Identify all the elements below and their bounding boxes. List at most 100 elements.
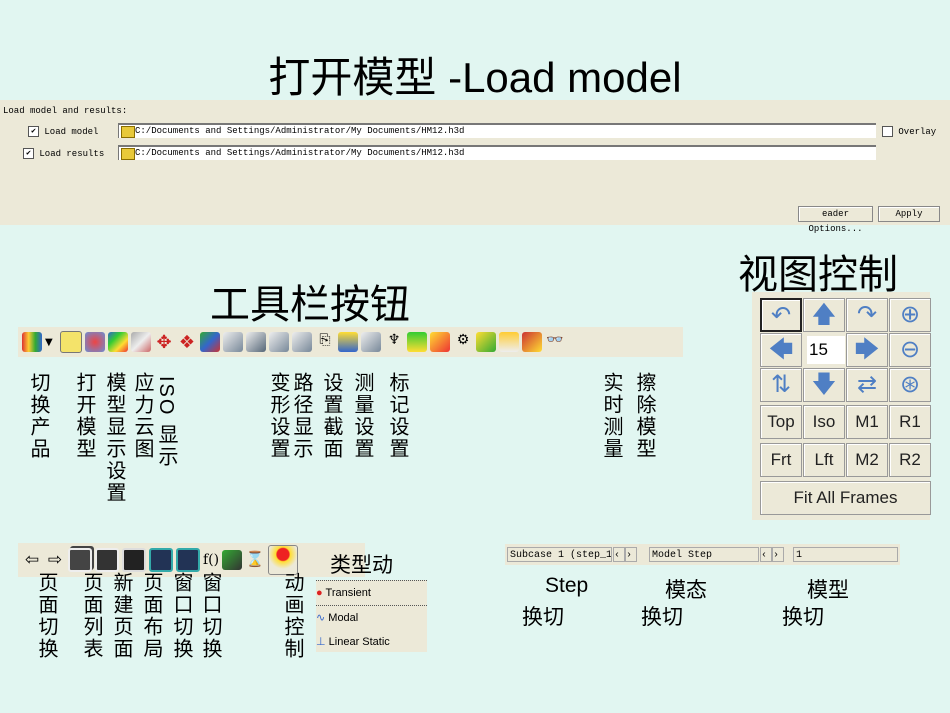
load-model-checkbox[interactable]: ✔ Load model (28, 126, 98, 137)
fit-icon[interactable]: ⊛ (889, 368, 931, 402)
subcase-select[interactable]: Subcase 1 (step_1 (507, 547, 612, 562)
function-icon[interactable]: f() (203, 552, 219, 568)
menu-item-label: Linear Static (328, 636, 390, 648)
check-icon: ✔ (23, 148, 34, 159)
step-bar: Subcase 1 (step_1 ‹ › Model Step ‹ › 1 (505, 544, 900, 565)
view-top-button[interactable]: Top (760, 405, 802, 439)
info-icon[interactable] (499, 332, 519, 352)
rotate-right-icon[interactable]: ↷ (846, 298, 888, 332)
model-step-select[interactable]: Model Step (649, 547, 759, 562)
label-section: 设置截面 (320, 372, 344, 460)
menu-item-transient[interactable]: ● Transient (316, 580, 427, 606)
page-layout-icon[interactable] (122, 548, 146, 572)
view-m1-button[interactable]: M1 (846, 405, 888, 439)
traffic-light-icon: ● (316, 587, 323, 599)
wave-icon: ∿ (316, 612, 326, 624)
next-step-button[interactable]: › (772, 547, 784, 562)
menu-item-label: Transient (325, 587, 371, 599)
load-results-label: Load results (39, 148, 105, 159)
label-open-model: 打开模型 (73, 372, 97, 460)
step-label: Step (545, 574, 589, 597)
load-model-label: Load model (44, 126, 99, 137)
window-switch-2-icon[interactable] (176, 548, 200, 572)
add-folder-icon[interactable] (476, 332, 496, 352)
label-page-layout: 页面布局 (140, 572, 164, 660)
glasses-icon[interactable]: 👓 (545, 332, 565, 352)
folder-icon[interactable] (121, 126, 135, 138)
next-subcase-button[interactable]: › (625, 547, 637, 562)
deform-icon[interactable]: ✥ (154, 332, 174, 353)
reader-options-button[interactable]: eader Options... (798, 206, 873, 234)
plot-icon[interactable] (222, 550, 243, 570)
iso-icon[interactable] (131, 332, 151, 352)
next-page-icon[interactable]: ⇨ (45, 550, 65, 570)
angle-input[interactable]: 15 (807, 336, 845, 364)
label-animation-control: 动画控制 (281, 572, 305, 660)
flip-horizontal-icon[interactable]: ⇄ (846, 368, 888, 402)
eraser-icon[interactable] (522, 332, 542, 352)
apply-button[interactable]: Apply (878, 206, 940, 222)
view-left-button[interactable]: Lft (803, 443, 845, 477)
label-path: 路径显示 (290, 372, 314, 460)
zoom-out-icon[interactable]: ⊖ (889, 333, 931, 367)
prev-step-button[interactable]: ‹ (760, 547, 772, 562)
label-erase: 擦除模型 (633, 372, 657, 460)
animation-type-icon[interactable] (268, 545, 299, 575)
previous-page-icon[interactable]: ⇦ (22, 550, 42, 570)
page-list-icon[interactable] (68, 548, 92, 572)
contour-icon[interactable] (108, 332, 128, 352)
support-icon: ⊥ (316, 636, 326, 648)
label-switch-product: 切换产品 (27, 372, 51, 460)
view-front-button[interactable]: Frt (760, 443, 802, 477)
query-icon[interactable] (430, 332, 450, 352)
shapes-icon[interactable] (407, 332, 427, 352)
window-switch-icon[interactable] (149, 548, 173, 572)
palette-icon[interactable] (85, 332, 105, 352)
flip-vertical-icon[interactable]: ⇅ (760, 368, 802, 402)
modal-switch-label: 换切 (641, 605, 683, 629)
checkbox-box (882, 126, 893, 137)
tracking-icon[interactable] (338, 332, 358, 352)
load-results-checkbox[interactable]: ✔ Load results (23, 148, 104, 159)
vector-icon[interactable]: ❖ (177, 332, 197, 353)
open-folder-icon[interactable] (60, 331, 82, 353)
overlay-checkbox[interactable]: Overlay (882, 126, 936, 137)
menu-item-modal[interactable]: ∿ Modal (316, 606, 427, 630)
dropdown-arrow-icon[interactable]: ▼ (45, 337, 57, 348)
prev-subcase-button[interactable]: ‹ (613, 547, 625, 562)
switch-product-icon[interactable] (22, 332, 42, 352)
menu-item-linear-static[interactable]: ⊥ Linear Static (316, 630, 427, 654)
arrow-left-icon[interactable]: 🡄 (760, 333, 802, 367)
zoom-in-icon[interactable]: ⊕ (889, 298, 931, 332)
arrow-up-icon[interactable]: 🡅 (803, 298, 845, 332)
fit-all-frames-button[interactable]: Fit All Frames (760, 481, 931, 515)
new-page-icon[interactable] (95, 548, 119, 572)
view-m2-button[interactable]: M2 (846, 443, 888, 477)
measure-list-icon[interactable] (292, 332, 312, 352)
rotate-left-icon[interactable]: ↶ (760, 298, 802, 332)
label-deform: 变形设置 (267, 372, 291, 460)
note-icon[interactable]: ⎘ (315, 332, 335, 352)
path-text: C:/Documents and Settings/Administrator/… (135, 126, 465, 136)
satellite-icon[interactable]: ♆ (384, 332, 404, 352)
coordinate-icon[interactable] (361, 332, 381, 352)
path-icon[interactable] (200, 332, 220, 352)
arrow-right-icon[interactable]: 🡆 (846, 333, 888, 367)
main-toolbar: ▼ ✥ ❖ ⎘ ♆ ⚙ 👓 (18, 327, 683, 357)
slide-title: 打开模型 -Load model (268, 54, 682, 101)
step-value-input[interactable]: 1 (793, 547, 898, 562)
folder-icon[interactable] (121, 148, 135, 160)
section-icon[interactable] (223, 332, 243, 352)
label-tracking: 实时测量 (600, 372, 624, 460)
model-label: 模型 (807, 578, 849, 602)
settings-icon[interactable]: ⚙ (453, 332, 473, 352)
arrow-down-icon[interactable]: 🡇 (803, 368, 845, 402)
section-cut-icon[interactable] (246, 332, 266, 352)
measure-icon[interactable] (269, 332, 289, 352)
load-results-path-input[interactable]: C:/Documents and Settings/Administrator/… (118, 145, 876, 160)
director-chair-icon[interactable]: ⌛ (245, 550, 265, 570)
view-r1-button[interactable]: R1 (889, 405, 931, 439)
load-model-path-input[interactable]: C:/Documents and Settings/Administrator/… (118, 123, 876, 138)
view-r2-button[interactable]: R2 (889, 443, 931, 477)
view-iso-button[interactable]: Iso (803, 405, 845, 439)
